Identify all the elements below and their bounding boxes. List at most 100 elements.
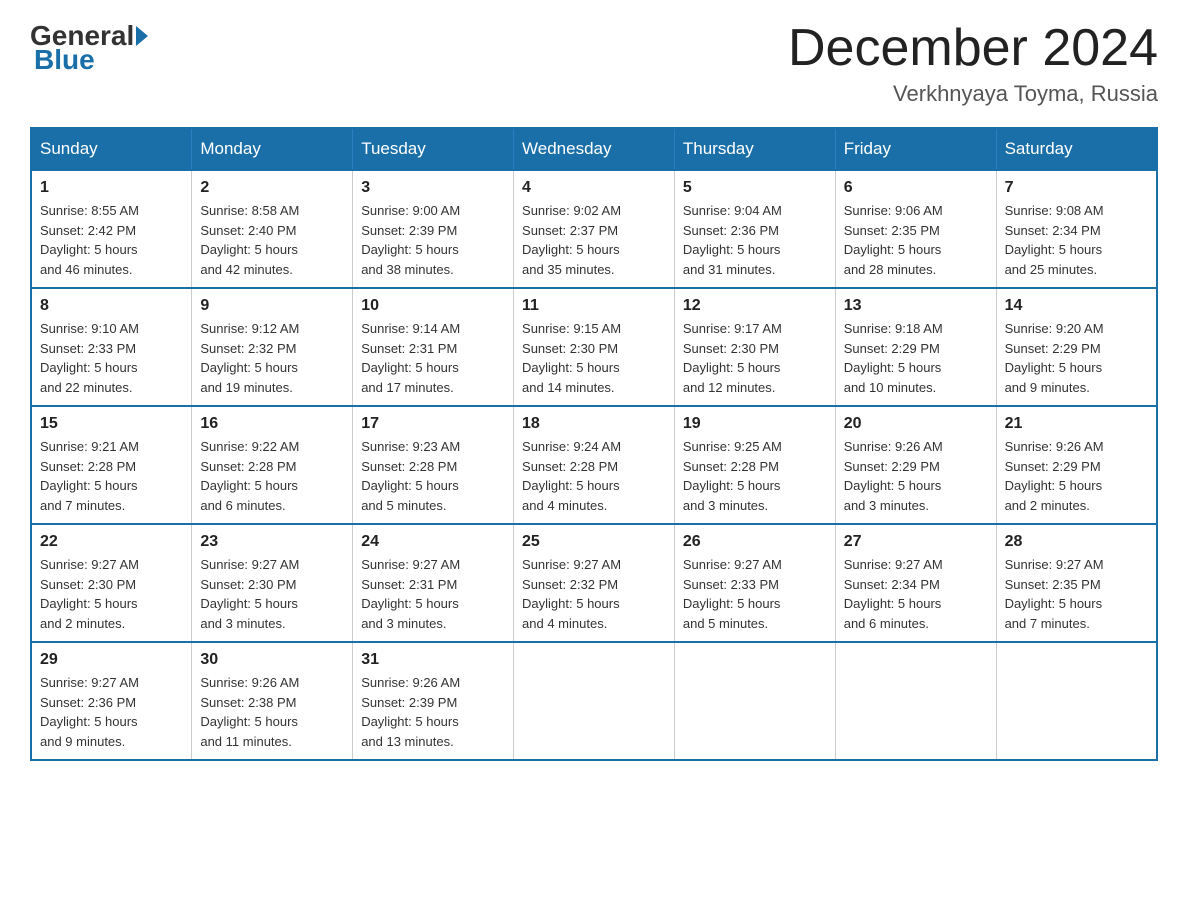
day-number: 24 (361, 533, 505, 551)
day-number: 28 (1005, 533, 1148, 551)
calendar-cell: 4 Sunrise: 9:02 AM Sunset: 2:37 PM Daylig… (514, 170, 675, 288)
weekday-header-saturday: Saturday (996, 128, 1157, 170)
weekday-header-tuesday: Tuesday (353, 128, 514, 170)
month-title: December 2024 (788, 20, 1158, 77)
calendar-cell: 16Sunrise: 9:22 AM Sunset: 2:28 PM Dayli… (192, 406, 353, 524)
calendar-cell: 26 Sunrise: 9:27 AM Sunset: 2:33 PM Dayli… (674, 524, 835, 642)
day-number: 7 (1005, 179, 1148, 197)
day-info: Sunrise: 9:06 AM Sunset: 2:35 PM Dayligh… (844, 201, 988, 279)
day-info: Sunrise: 9:15 AM Sunset: 2:30 PM Dayligh… (522, 319, 666, 397)
day-info: Sunrise: 9:26 AM Sunset: 2:38 PM Dayligh… (200, 673, 344, 751)
day-info: Sunrise: 9:04 AM Sunset: 2:36 PM Dayligh… (683, 201, 827, 279)
day-info: Sunrise: 8:55 AM Sunset: 2:42 PM Dayligh… (40, 201, 183, 279)
day-info: Sunrise: 9:26 AM Sunset: 2:29 PM Dayligh… (1005, 437, 1148, 515)
day-info: Sunrise: 9:25 AM Sunset: 2:28 PM Dayligh… (683, 437, 827, 515)
calendar-cell: 19 Sunrise: 9:25 AM Sunset: 2:28 PM Dayli… (674, 406, 835, 524)
calendar-cell (514, 642, 675, 760)
calendar-cell: 15Sunrise: 9:21 AM Sunset: 2:28 PM Dayli… (31, 406, 192, 524)
day-number: 25 (522, 533, 666, 551)
day-number: 13 (844, 297, 988, 315)
day-number: 12 (683, 297, 827, 315)
weekday-header-sunday: Sunday (31, 128, 192, 170)
calendar-week-2: 8Sunrise: 9:10 AM Sunset: 2:33 PM Daylig… (31, 288, 1157, 406)
day-info: Sunrise: 9:27 AM Sunset: 2:30 PM Dayligh… (200, 555, 344, 633)
day-info: Sunrise: 9:00 AM Sunset: 2:39 PM Dayligh… (361, 201, 505, 279)
day-number: 23 (200, 533, 344, 551)
day-info: Sunrise: 9:27 AM Sunset: 2:31 PM Dayligh… (361, 555, 505, 633)
day-number: 2 (200, 179, 344, 197)
calendar-cell: 12 Sunrise: 9:17 AM Sunset: 2:30 PM Dayli… (674, 288, 835, 406)
calendar-cell: 13 Sunrise: 9:18 AM Sunset: 2:29 PM Dayli… (835, 288, 996, 406)
day-number: 3 (361, 179, 505, 197)
day-info: Sunrise: 9:26 AM Sunset: 2:29 PM Dayligh… (844, 437, 988, 515)
calendar-cell: 24 Sunrise: 9:27 AM Sunset: 2:31 PM Dayli… (353, 524, 514, 642)
day-number: 10 (361, 297, 505, 315)
weekday-header-thursday: Thursday (674, 128, 835, 170)
day-number: 27 (844, 533, 988, 551)
calendar-table: SundayMondayTuesdayWednesdayThursdayFrid… (30, 127, 1158, 761)
calendar-week-4: 22 Sunrise: 9:27 AM Sunset: 2:30 PM Dayli… (31, 524, 1157, 642)
calendar-cell: 18 Sunrise: 9:24 AM Sunset: 2:28 PM Dayli… (514, 406, 675, 524)
calendar-cell: 29Sunrise: 9:27 AM Sunset: 2:36 PM Dayli… (31, 642, 192, 760)
calendar-week-3: 15Sunrise: 9:21 AM Sunset: 2:28 PM Dayli… (31, 406, 1157, 524)
calendar-cell: 28 Sunrise: 9:27 AM Sunset: 2:35 PM Dayli… (996, 524, 1157, 642)
calendar-cell: 9Sunrise: 9:12 AM Sunset: 2:32 PM Daylig… (192, 288, 353, 406)
day-info: Sunrise: 9:14 AM Sunset: 2:31 PM Dayligh… (361, 319, 505, 397)
location-subtitle: Verkhnyaya Toyma, Russia (788, 81, 1158, 107)
weekday-header-friday: Friday (835, 128, 996, 170)
day-number: 26 (683, 533, 827, 551)
logo-arrow-icon (136, 26, 148, 46)
calendar-cell: 17 Sunrise: 9:23 AM Sunset: 2:28 PM Dayli… (353, 406, 514, 524)
calendar-cell (996, 642, 1157, 760)
title-block: December 2024 Verkhnyaya Toyma, Russia (788, 20, 1158, 107)
day-info: Sunrise: 9:26 AM Sunset: 2:39 PM Dayligh… (361, 673, 505, 751)
day-number: 1 (40, 179, 183, 197)
day-info: Sunrise: 9:17 AM Sunset: 2:30 PM Dayligh… (683, 319, 827, 397)
day-number: 14 (1005, 297, 1148, 315)
calendar-cell: 30 Sunrise: 9:26 AM Sunset: 2:38 PM Dayli… (192, 642, 353, 760)
day-info: Sunrise: 9:27 AM Sunset: 2:35 PM Dayligh… (1005, 555, 1148, 633)
calendar-week-1: 1 Sunrise: 8:55 AM Sunset: 2:42 PM Daylig… (31, 170, 1157, 288)
day-number: 9 (200, 297, 344, 315)
calendar-cell: 10 Sunrise: 9:14 AM Sunset: 2:31 PM Dayli… (353, 288, 514, 406)
day-info: Sunrise: 9:27 AM Sunset: 2:30 PM Dayligh… (40, 555, 183, 633)
calendar-cell: 6 Sunrise: 9:06 AM Sunset: 2:35 PM Daylig… (835, 170, 996, 288)
calendar-week-5: 29Sunrise: 9:27 AM Sunset: 2:36 PM Dayli… (31, 642, 1157, 760)
calendar-cell: 25Sunrise: 9:27 AM Sunset: 2:32 PM Dayli… (514, 524, 675, 642)
day-info: Sunrise: 9:22 AM Sunset: 2:28 PM Dayligh… (200, 437, 344, 515)
day-info: Sunrise: 9:27 AM Sunset: 2:33 PM Dayligh… (683, 555, 827, 633)
day-number: 15 (40, 415, 183, 433)
calendar-cell: 23 Sunrise: 9:27 AM Sunset: 2:30 PM Dayli… (192, 524, 353, 642)
calendar-cell: 22 Sunrise: 9:27 AM Sunset: 2:30 PM Dayli… (31, 524, 192, 642)
day-number: 30 (200, 651, 344, 669)
day-info: Sunrise: 9:08 AM Sunset: 2:34 PM Dayligh… (1005, 201, 1148, 279)
calendar-cell: 11 Sunrise: 9:15 AM Sunset: 2:30 PM Dayli… (514, 288, 675, 406)
day-number: 21 (1005, 415, 1148, 433)
weekday-header-wednesday: Wednesday (514, 128, 675, 170)
day-number: 20 (844, 415, 988, 433)
day-number: 22 (40, 533, 183, 551)
calendar-cell: 31 Sunrise: 9:26 AM Sunset: 2:39 PM Dayli… (353, 642, 514, 760)
day-info: Sunrise: 9:23 AM Sunset: 2:28 PM Dayligh… (361, 437, 505, 515)
calendar-cell: 21 Sunrise: 9:26 AM Sunset: 2:29 PM Dayli… (996, 406, 1157, 524)
day-number: 11 (522, 297, 666, 315)
logo-blue-text: Blue (34, 44, 95, 75)
calendar-cell: 14Sunrise: 9:20 AM Sunset: 2:29 PM Dayli… (996, 288, 1157, 406)
calendar-cell: 7 Sunrise: 9:08 AM Sunset: 2:34 PM Daylig… (996, 170, 1157, 288)
day-info: Sunrise: 9:27 AM Sunset: 2:36 PM Dayligh… (40, 673, 183, 751)
day-number: 5 (683, 179, 827, 197)
day-number: 6 (844, 179, 988, 197)
day-info: Sunrise: 9:02 AM Sunset: 2:37 PM Dayligh… (522, 201, 666, 279)
day-number: 4 (522, 179, 666, 197)
day-number: 8 (40, 297, 183, 315)
calendar-cell: 8Sunrise: 9:10 AM Sunset: 2:33 PM Daylig… (31, 288, 192, 406)
calendar-cell (835, 642, 996, 760)
calendar-cell: 20 Sunrise: 9:26 AM Sunset: 2:29 PM Dayli… (835, 406, 996, 524)
day-number: 18 (522, 415, 666, 433)
day-number: 31 (361, 651, 505, 669)
day-number: 19 (683, 415, 827, 433)
day-info: Sunrise: 9:24 AM Sunset: 2:28 PM Dayligh… (522, 437, 666, 515)
calendar-cell: 1 Sunrise: 8:55 AM Sunset: 2:42 PM Daylig… (31, 170, 192, 288)
day-info: Sunrise: 9:18 AM Sunset: 2:29 PM Dayligh… (844, 319, 988, 397)
day-number: 17 (361, 415, 505, 433)
